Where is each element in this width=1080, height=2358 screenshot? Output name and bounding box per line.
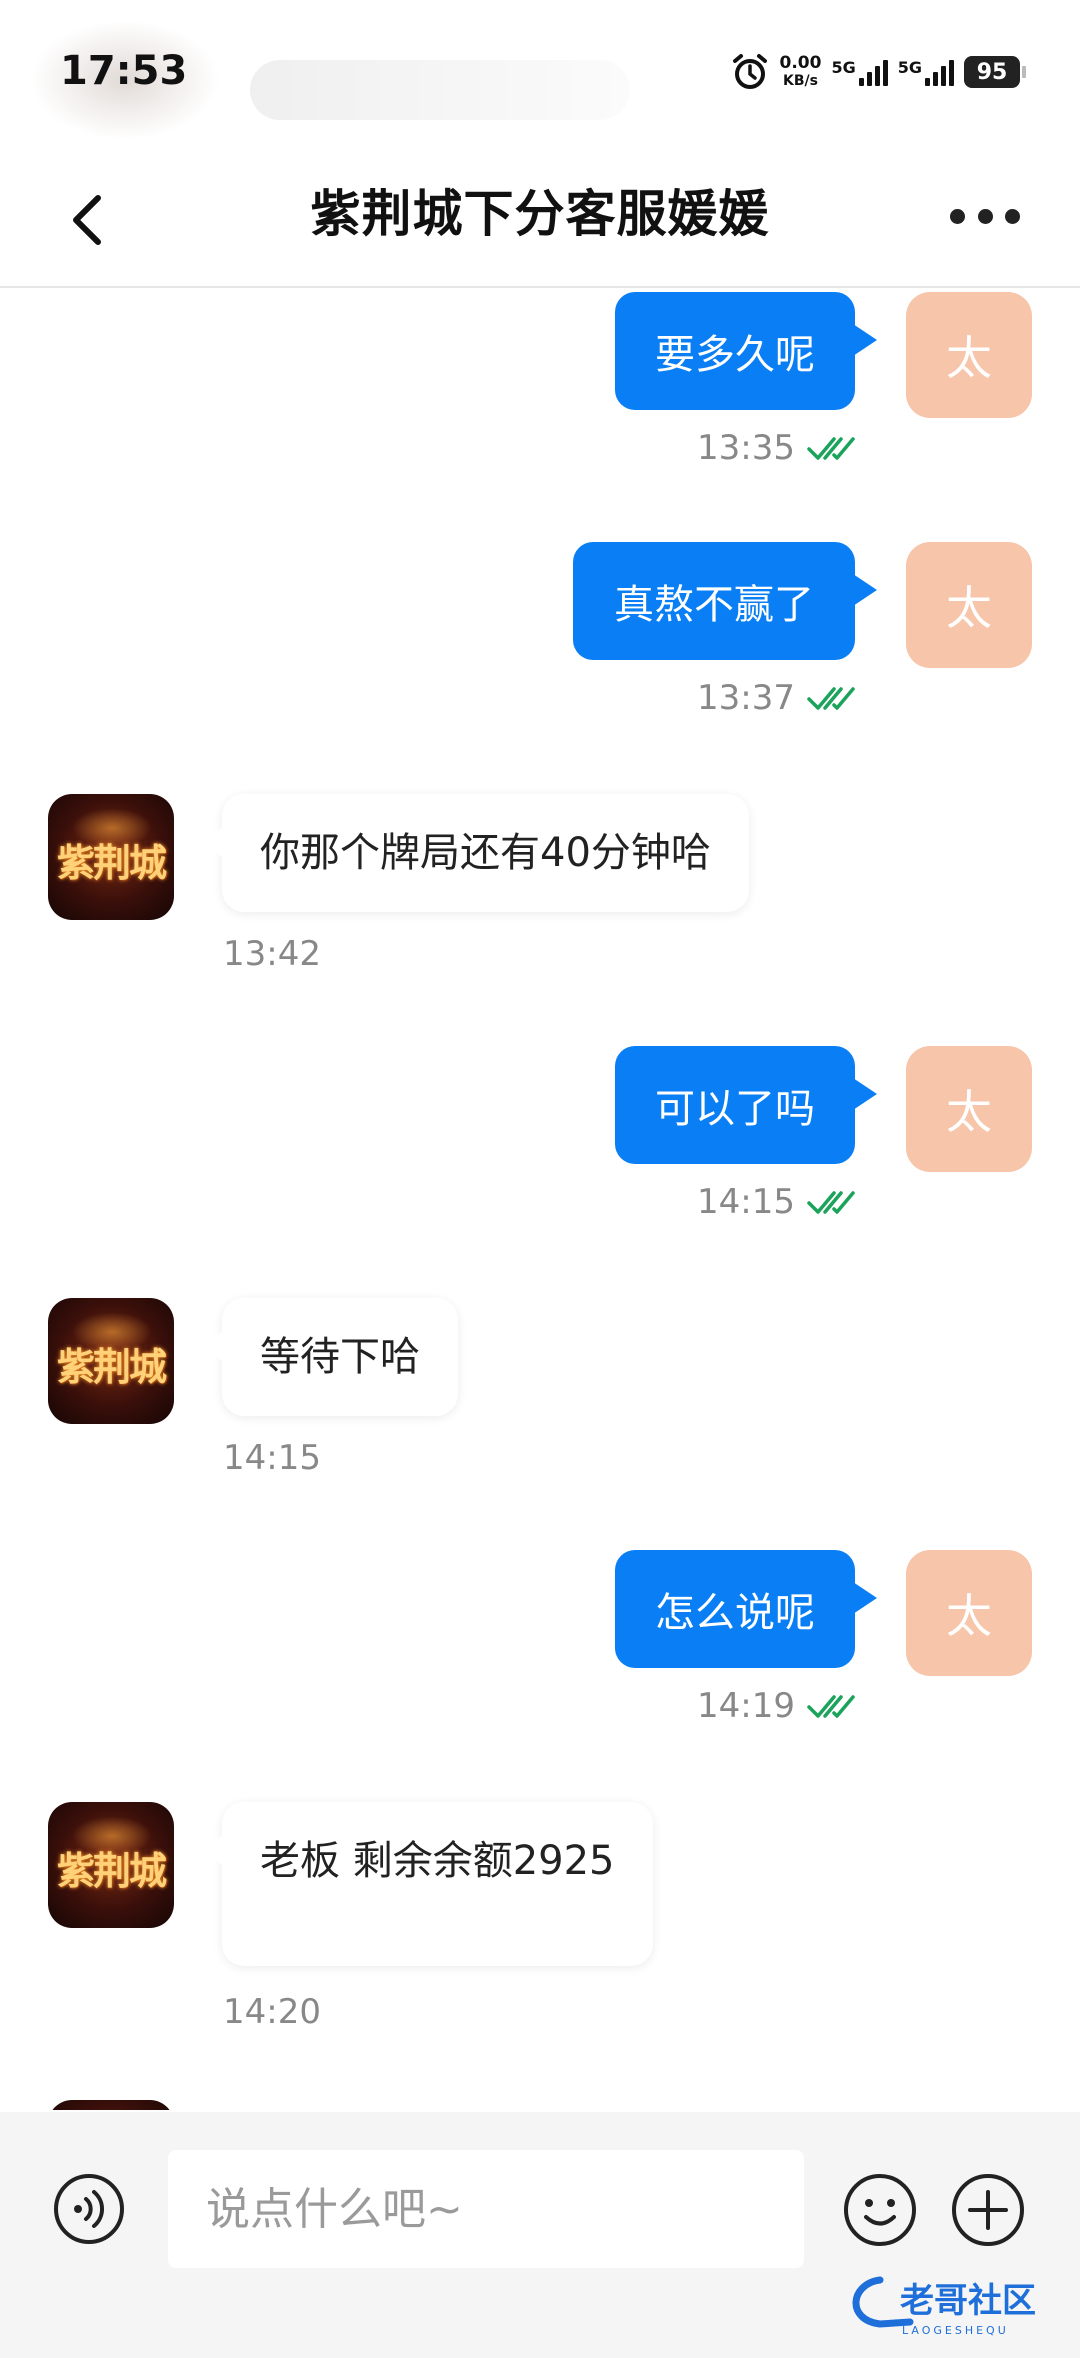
- blurred-region: [250, 60, 630, 120]
- service-avatar[interactable]: 紫荆城: [48, 794, 174, 920]
- avatar[interactable]: 太: [906, 1550, 1032, 1676]
- message-time-text: 14:15: [697, 1182, 795, 1222]
- message-bubble[interactable]: 可以了吗: [615, 1046, 877, 1164]
- status-icons: 0.00 KB/s 5G 5G 95: [730, 52, 1026, 92]
- message-time: 13:37: [697, 678, 855, 718]
- status-time: 17:53: [60, 48, 188, 94]
- chat-header: 紫荆城下分客服媛媛: [0, 150, 1080, 288]
- message-bubble[interactable]: 老板 剩余余额2925: [202, 1802, 653, 1966]
- service-avatar[interactable]: [48, 2100, 174, 2110]
- message-time: 14:15: [697, 1182, 855, 1222]
- message-time-text: 14:19: [697, 1686, 795, 1726]
- avatar[interactable]: 太: [906, 292, 1032, 418]
- avatar[interactable]: 太: [906, 1046, 1032, 1172]
- service-avatar-text: 紫荆城: [56, 1849, 167, 1893]
- message-input[interactable]: [168, 2150, 804, 2268]
- voice-button[interactable]: [52, 2172, 126, 2246]
- emoji-icon: [844, 2174, 916, 2246]
- net-speed-unit: KB/s: [783, 73, 818, 89]
- read-check-icon: [807, 1191, 855, 1214]
- voice-icon: [54, 2174, 124, 2244]
- emoji-button[interactable]: [842, 2172, 918, 2248]
- more-options-button[interactable]: [950, 196, 1020, 236]
- sim2-label: 5G: [897, 58, 922, 77]
- net-speed-value: 0.00: [779, 53, 822, 73]
- watermark-logo: 老哥社区 LAOGESHEQU: [852, 2276, 1036, 2337]
- service-avatar[interactable]: 紫荆城: [48, 1802, 174, 1928]
- read-check-icon: [807, 687, 855, 710]
- message-time: 14:20: [223, 1992, 321, 2032]
- message-bubble[interactable]: 要多久呢: [615, 292, 877, 410]
- message-list[interactable]: 要多久呢 太 13:35 真熬不赢了 太 13:37 紫荆城 你那个牌局还有40…: [0, 288, 1080, 2110]
- message-bubble[interactable]: 真熬不赢了: [573, 542, 877, 660]
- battery-icon: 95: [964, 56, 1026, 88]
- message-bubble[interactable]: 怎么说呢: [615, 1550, 877, 1668]
- message-bubble[interactable]: 等待下哈: [202, 1298, 458, 1416]
- input-bar: 老哥社区 LAOGESHEQU: [0, 2112, 1080, 2358]
- service-avatar[interactable]: 紫荆城: [48, 1298, 174, 1424]
- signal-bars-icon: [925, 58, 954, 86]
- service-avatar-text: 紫荆城: [56, 1345, 167, 1389]
- message-time-text: 13:37: [697, 678, 795, 718]
- more-actions-button[interactable]: [950, 2172, 1026, 2248]
- net-speed: 0.00 KB/s: [780, 54, 822, 90]
- message-time: 13:35: [697, 428, 855, 468]
- message-time: 14:15: [223, 1438, 321, 1478]
- sim1-signal: 5G: [831, 58, 888, 86]
- alarm-clock-icon: [732, 54, 767, 89]
- watermark-subtext: LAOGESHEQU: [902, 2324, 1009, 2337]
- message-time: 13:42: [223, 934, 321, 974]
- message-bubble[interactable]: 你那个牌局还有40分钟哈: [202, 794, 749, 912]
- message-time: 14:19: [697, 1686, 855, 1726]
- message-time-text: 13:35: [697, 428, 795, 468]
- read-check-icon: [807, 1695, 855, 1718]
- watermark-text: 老哥社区: [900, 2281, 1036, 2321]
- service-avatar-text: 紫荆城: [56, 841, 167, 885]
- page-title: 紫荆城下分客服媛媛: [310, 185, 770, 243]
- battery-level: 95: [976, 59, 1008, 85]
- status-bar: 17:53 0.00 KB/s 5G 5G 95: [0, 0, 1080, 150]
- more-dots-icon: [950, 208, 965, 224]
- plus-icon: [952, 2174, 1024, 2246]
- sim2-signal: 5G: [898, 58, 954, 86]
- signal-bars-icon: [858, 58, 888, 86]
- sim1-label: 5G: [831, 58, 856, 77]
- read-check-icon: [807, 437, 855, 460]
- avatar[interactable]: 太: [906, 542, 1032, 668]
